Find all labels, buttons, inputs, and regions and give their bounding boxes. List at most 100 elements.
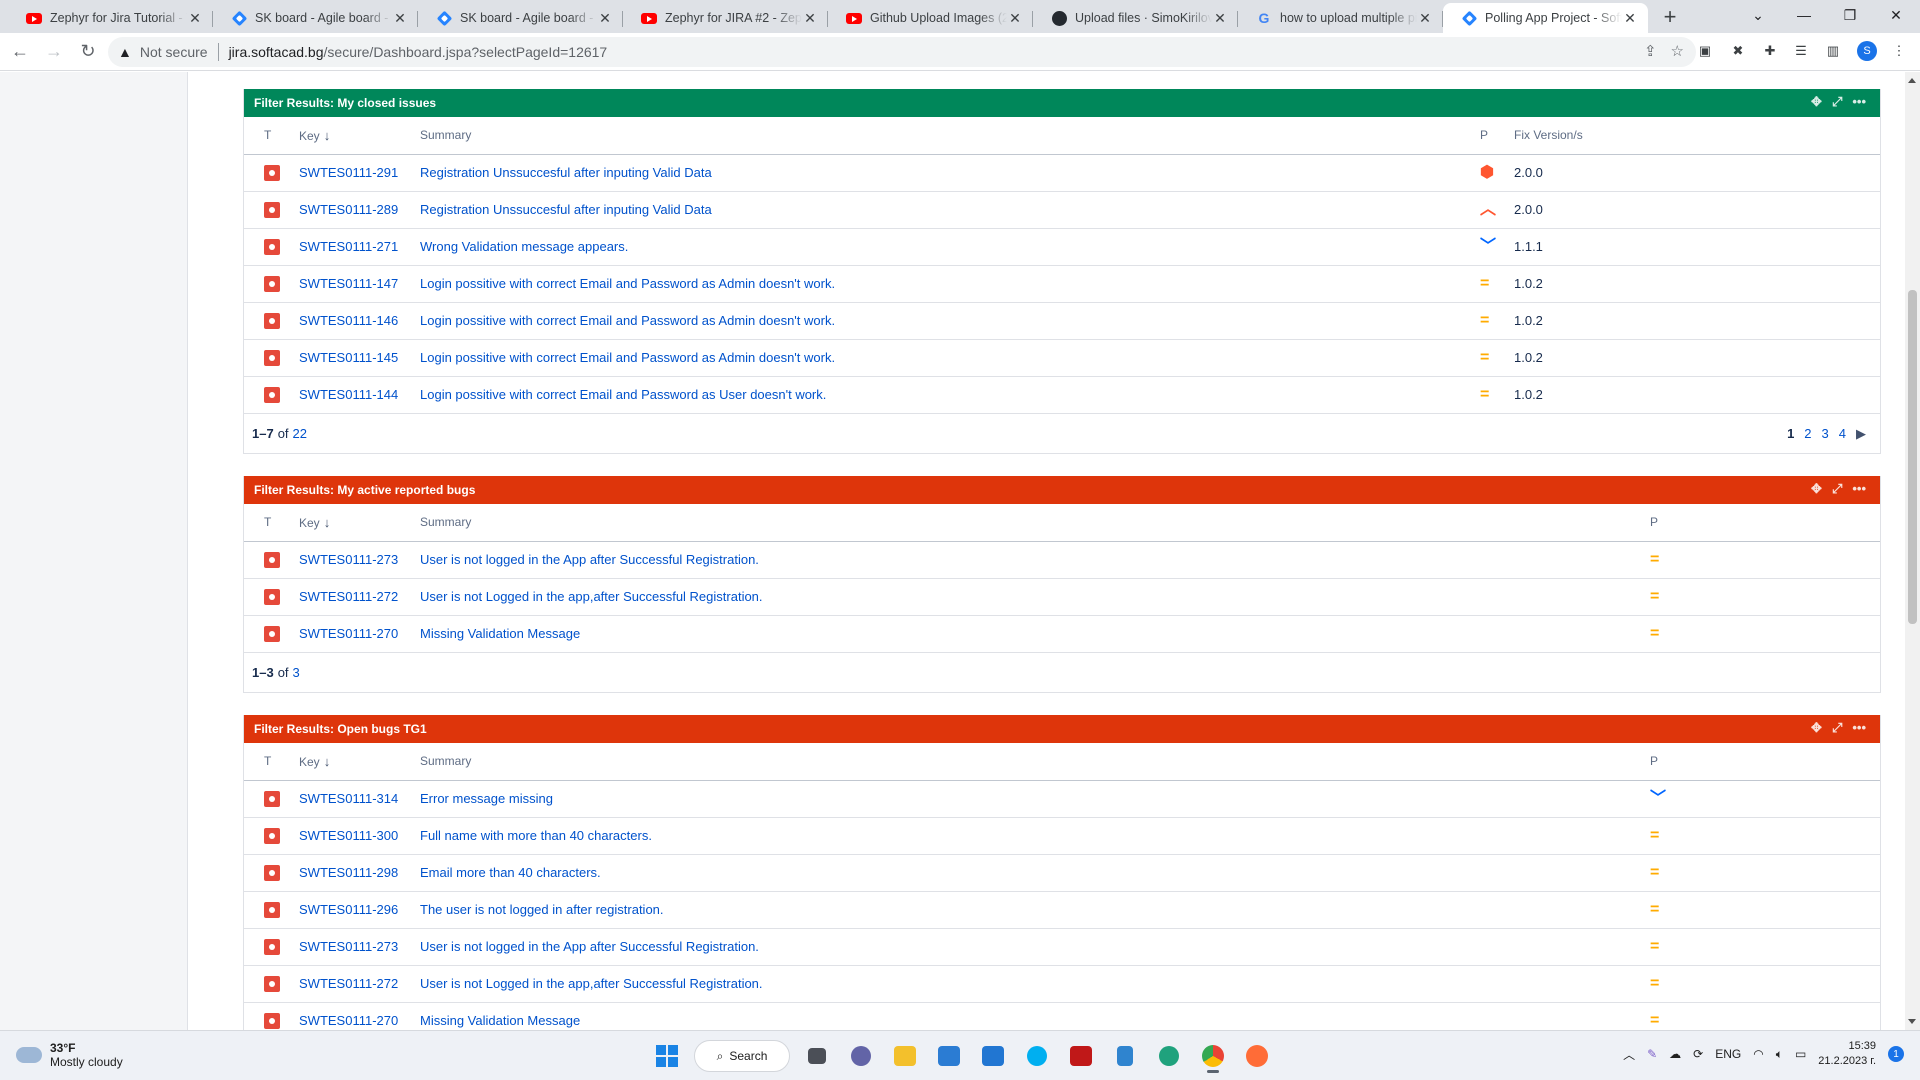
scrollbar-thumb[interactable] <box>1908 290 1917 624</box>
tab-close-icon[interactable]: ✕ <box>802 10 818 26</box>
col-priority[interactable]: P <box>1650 743 1880 781</box>
x-extension-icon[interactable]: ✖ <box>1726 39 1750 63</box>
next-page-icon[interactable]: ▶ <box>1856 426 1866 442</box>
results-total-link[interactable]: 22 <box>293 426 307 441</box>
microsoft-store-icon[interactable] <box>932 1040 966 1072</box>
gadget-header[interactable]: Filter Results: Open bugs TG1 ✥ ⤢ ••• <box>244 715 1880 743</box>
page-scrollbar[interactable] <box>1905 72 1920 1030</box>
postman-icon[interactable] <box>1240 1040 1274 1072</box>
cloud-sync-icon[interactable]: ☁ <box>1669 1047 1681 1061</box>
issue-summary-link[interactable]: Login possitive with correct Email and P… <box>420 313 835 328</box>
back-button[interactable]: ← <box>6 38 34 66</box>
issue-key-link[interactable]: SWTES0111-272 <box>299 589 398 604</box>
results-total-link[interactable]: 3 <box>293 665 300 680</box>
browser-tab[interactable]: Zephyr for Jira Tutorial - Te ✕ <box>8 3 213 33</box>
gadget-header[interactable]: Filter Results: My closed issues ✥ ⤢ ••• <box>244 89 1880 117</box>
issue-summary-link[interactable]: Registration Unssuccesful after inputing… <box>420 165 712 180</box>
table-row[interactable]: SWTES0111-273 User is not logged in the A… <box>244 928 1880 966</box>
table-row[interactable]: SWTES0111-272 User is not Logged in the a… <box>244 965 1880 1003</box>
issue-key-link[interactable]: SWTES0111-272 <box>299 976 398 991</box>
scroll-down-arrow-icon[interactable] <box>1908 1019 1916 1024</box>
issue-summary-link[interactable]: Login possitive with correct Email and P… <box>420 350 835 365</box>
mcafee-app-icon[interactable] <box>976 1040 1010 1072</box>
language-indicator[interactable]: ENG <box>1715 1047 1741 1061</box>
reload-button[interactable]: ↻ <box>74 38 102 66</box>
gadget-header[interactable]: Filter Results: My active reported bugs ✥… <box>244 476 1880 504</box>
issue-summary-link[interactable]: User is not Logged in the app,after Succ… <box>420 589 763 604</box>
page-link[interactable]: 4 <box>1839 426 1846 442</box>
edge-icon[interactable] <box>1152 1040 1186 1072</box>
issue-key-link[interactable]: SWTES0111-147 <box>299 276 398 291</box>
issue-key-link[interactable]: SWTES0111-289 <box>299 202 398 217</box>
col-priority[interactable]: P <box>1480 117 1514 155</box>
tab-close-icon[interactable]: ✕ <box>1417 10 1433 26</box>
start-button[interactable] <box>650 1040 684 1072</box>
col-summary[interactable]: Summary <box>420 504 1650 542</box>
selenium-extension-icon[interactable]: ▣ <box>1693 39 1717 63</box>
col-priority[interactable]: P <box>1650 504 1880 542</box>
tab-close-icon[interactable]: ✕ <box>597 10 613 26</box>
volume-icon[interactable]: 🔈︎ <box>1776 1047 1783 1062</box>
table-row[interactable]: SWTES0111-271 Wrong Validation message ap… <box>244 228 1880 266</box>
sort-down-arrow-icon[interactable]: ↓ <box>324 515 331 530</box>
page-link[interactable]: 3 <box>1822 426 1829 442</box>
browser-tab[interactable]: SK board - Agile board - Ji ✕ <box>418 3 623 33</box>
maximize-icon[interactable]: ⤢ <box>1832 94 1842 110</box>
tray-overflow-icon[interactable]: ︿ <box>1623 1046 1635 1063</box>
reading-list-icon[interactable]: ☰ <box>1789 39 1813 63</box>
col-key[interactable]: Key ↓ <box>299 117 420 155</box>
issue-key-link[interactable]: SWTES0111-145 <box>299 350 398 365</box>
table-row[interactable]: SWTES0111-300 Full name with more than 40… <box>244 817 1880 855</box>
move-icon[interactable]: ✥ <box>1811 481 1822 497</box>
issue-key-link[interactable]: SWTES0111-270 <box>299 626 398 641</box>
col-key[interactable]: Key ↓ <box>299 504 420 542</box>
issue-summary-link[interactable]: Registration Unssuccesful after inputing… <box>420 202 712 217</box>
mcafee-shield-icon[interactable] <box>1064 1040 1098 1072</box>
browser-tab[interactable]: Upload files · SimoKirilov/✕ <box>1033 3 1238 33</box>
scroll-up-arrow-icon[interactable] <box>1908 78 1916 83</box>
browser-tab[interactable]: Polling App Project - SoftA ✕ <box>1443 3 1648 33</box>
issue-summary-link[interactable]: Full name with more than 40 characters. <box>420 828 652 843</box>
table-row[interactable]: SWTES0111-298 Email more than 40 characte… <box>244 854 1880 892</box>
issue-summary-link[interactable]: User is not logged in the App after Succ… <box>420 552 759 567</box>
table-row[interactable]: SWTES0111-272 User is not Logged in the a… <box>244 578 1880 616</box>
sort-down-arrow-icon[interactable]: ↓ <box>324 128 331 143</box>
table-row[interactable]: SWTES0111-289 Registration Unssuccesful a… <box>244 191 1880 229</box>
table-row[interactable]: SWTES0111-291 Registration Unssuccesful a… <box>244 154 1880 192</box>
forward-button[interactable]: → <box>40 38 68 66</box>
restore-button[interactable]: ❐ <box>1827 0 1873 30</box>
minimize-button[interactable]: — <box>1781 0 1827 30</box>
tab-close-icon[interactable]: ✕ <box>187 10 203 26</box>
maximize-icon[interactable]: ⤢ <box>1832 720 1842 736</box>
notepad-icon[interactable] <box>1108 1040 1142 1072</box>
table-row[interactable]: SWTES0111-146 Login possitive with correc… <box>244 302 1880 340</box>
more-options-icon[interactable]: ••• <box>1852 481 1866 497</box>
maximize-icon[interactable]: ⤢ <box>1832 481 1842 497</box>
tab-close-icon[interactable]: ✕ <box>1212 10 1228 26</box>
issue-summary-link[interactable]: User is not logged in the App after Succ… <box>420 939 759 954</box>
issue-key-link[interactable]: SWTES0111-314 <box>299 791 398 806</box>
issue-key-link[interactable]: SWTES0111-273 <box>299 552 398 567</box>
table-row[interactable]: SWTES0111-270 Missing Validation Message = <box>244 615 1880 653</box>
issue-key-link[interactable]: SWTES0111-271 <box>299 239 398 254</box>
notification-badge[interactable]: 1 <box>1888 1046 1904 1062</box>
issue-key-link[interactable]: SWTES0111-144 <box>299 387 398 402</box>
extensions-puzzle-icon[interactable]: ✚ <box>1758 39 1782 63</box>
more-options-icon[interactable]: ••• <box>1852 94 1866 110</box>
battery-icon[interactable]: ▭ <box>1795 1047 1806 1061</box>
more-options-icon[interactable]: ••• <box>1852 720 1866 736</box>
close-window-button[interactable]: ✕ <box>1873 0 1919 30</box>
browser-tab[interactable]: SK board - Agile board - Ji ✕ <box>213 3 418 33</box>
share-icon[interactable]: ⇪ <box>1644 42 1657 60</box>
address-bar[interactable]: ▲ Not secure jira.softacad.bg/secure/Das… <box>108 37 1696 67</box>
issue-summary-link[interactable]: Wrong Validation message appears. <box>420 239 628 254</box>
table-row[interactable]: SWTES0111-144 Login possitive with correc… <box>244 376 1880 414</box>
issue-summary-link[interactable]: Missing Validation Message <box>420 626 580 641</box>
warning-icon[interactable]: ▲ <box>118 44 132 60</box>
file-explorer-icon[interactable] <box>888 1040 922 1072</box>
issue-key-link[interactable]: SWTES0111-273 <box>299 939 398 954</box>
issue-summary-link[interactable]: Login possitive with correct Email and P… <box>420 276 835 291</box>
profile-avatar[interactable]: S <box>1857 41 1877 61</box>
clock[interactable]: 15:39 21.2.2023 г. <box>1818 1039 1876 1069</box>
table-row[interactable]: SWTES0111-145 Login possitive with correc… <box>244 339 1880 377</box>
